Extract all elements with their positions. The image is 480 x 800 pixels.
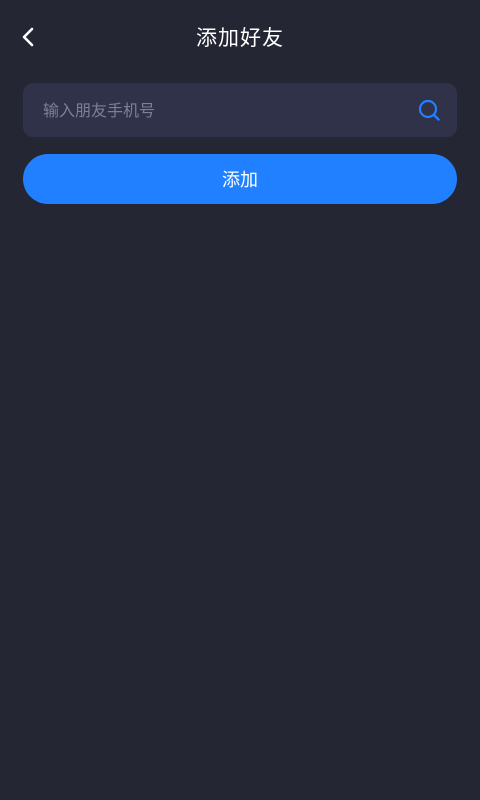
add-friend-button[interactable]: 添加 [23,154,457,204]
header: 添加好友 [0,0,480,76]
search-box [23,83,457,137]
page-title: 添加好友 [196,26,284,50]
phone-search-input[interactable] [43,83,413,137]
search-icon[interactable] [417,98,441,122]
